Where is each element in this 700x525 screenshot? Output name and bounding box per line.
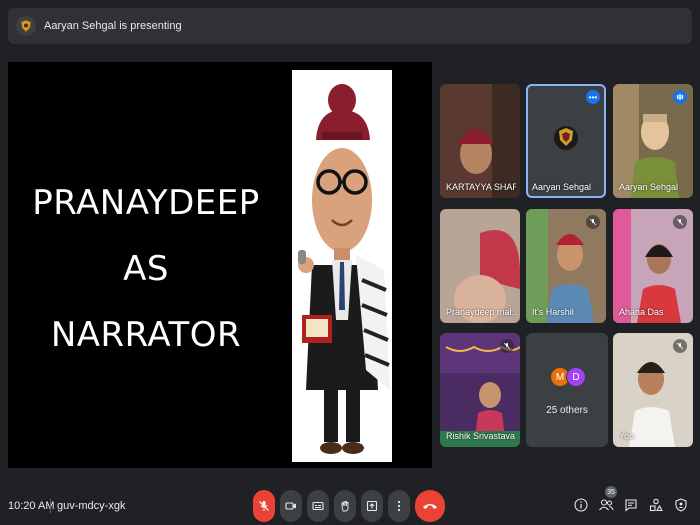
participant-name: Pranaydeep mal... [446, 307, 516, 317]
host-controls-icon [675, 498, 687, 512]
crest-avatar-icon [554, 126, 578, 150]
crest-icon [20, 19, 32, 33]
people-button[interactable] [598, 497, 614, 513]
activities-button[interactable] [648, 497, 664, 513]
end-call-icon [423, 504, 437, 509]
presentation-stage: PRANAYDEEP AS NARRATOR [8, 62, 432, 468]
control-bar: 10:20 AM guv-mdcy-xgk [0, 486, 700, 525]
chat-icon [625, 499, 637, 512]
captions-button[interactable] [307, 490, 329, 522]
activities-icon [649, 498, 663, 512]
mic-toggle-button[interactable] [253, 490, 275, 522]
raise-hand-button[interactable] [334, 490, 356, 522]
meeting-code: guv-mdcy-xgk [57, 500, 126, 512]
participant-name: It's Harshil [532, 307, 574, 317]
raise-hand-icon [341, 501, 349, 512]
participant-name: Aaryan Sehgal [619, 182, 679, 192]
narrator-caricature-image [292, 70, 392, 462]
muted-icon [673, 215, 687, 229]
participant-tile-self[interactable]: You [613, 333, 693, 447]
muted-icon [673, 339, 687, 353]
slide-line: AS [123, 249, 169, 289]
muted-icon [586, 215, 600, 229]
captions-icon [312, 501, 324, 511]
more-options-icon[interactable]: ••• [586, 90, 600, 104]
presenter-avatar [16, 16, 36, 36]
camera-icon [285, 502, 296, 510]
participant-tile[interactable]: It's Harshil [526, 209, 606, 323]
mic-off-icon [259, 501, 269, 511]
present-icon [366, 500, 378, 512]
presenting-banner: Aaryan Sehgal is presenting [8, 8, 692, 44]
participant-tile-active[interactable]: ••• Aaryan Sehgal [526, 84, 606, 198]
meeting-info-button[interactable] [573, 497, 589, 513]
participant-name: Ahana Das [619, 307, 664, 317]
people-icon [599, 499, 614, 511]
more-options-icon [397, 500, 401, 512]
participant-tile[interactable]: Ahana Das [613, 209, 693, 323]
people-count-badge: 35 [605, 486, 617, 498]
others-tile[interactable]: M D 25 others [526, 333, 608, 447]
present-button[interactable] [361, 490, 383, 522]
divider [50, 499, 51, 513]
speaking-indicator-icon [673, 90, 687, 104]
participant-tile[interactable]: Rishik Srivastava [440, 333, 520, 447]
others-count-label: 25 others [546, 405, 588, 416]
avatar: D [566, 367, 586, 387]
clock-time: 10:20 AM [8, 500, 55, 512]
participant-name: KARTAYYA SHAR... [446, 182, 516, 192]
slide-title: PRANAYDEEP AS NARRATOR [26, 170, 266, 368]
more-options-button[interactable] [388, 490, 410, 522]
muted-icon [500, 339, 514, 353]
participant-name: Aaryan Sehgal [532, 182, 592, 192]
leave-call-button[interactable] [415, 490, 445, 522]
participant-name: You [619, 431, 635, 441]
participant-tile[interactable]: Aaryan Sehgal [613, 84, 693, 198]
chat-button[interactable] [623, 497, 639, 513]
participant-name: Rishik Srivastava [446, 431, 516, 441]
participant-tile[interactable]: KARTAYYA SHAR... [440, 84, 520, 198]
camera-toggle-button[interactable] [280, 490, 302, 522]
host-controls-button[interactable] [673, 497, 689, 513]
info-icon [574, 498, 588, 512]
participant-tile[interactable]: Pranaydeep mal... [440, 209, 520, 323]
slide-line: PRANAYDEEP [32, 183, 260, 223]
slide-line: NARRATOR [50, 315, 242, 355]
presenting-text: Aaryan Sehgal is presenting [44, 20, 182, 32]
others-avatars: M D [550, 367, 586, 387]
